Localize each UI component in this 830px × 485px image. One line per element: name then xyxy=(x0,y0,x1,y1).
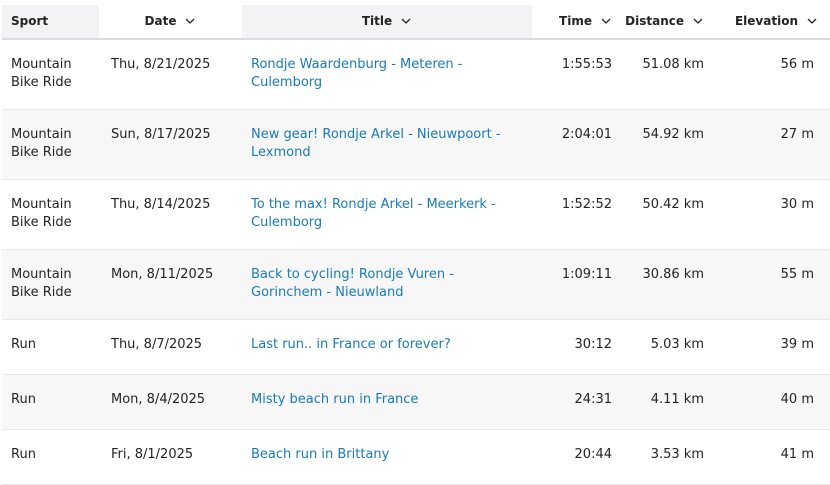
elevation-cell: 56 m xyxy=(780,57,814,72)
date-cell: Thu, 8/21/2025 xyxy=(111,57,211,72)
sport-cell: Run xyxy=(11,392,36,407)
date-cell: Mon, 8/11/2025 xyxy=(111,267,214,282)
activity-title-link[interactable]: Rondje Waardenburg - Meteren - Culemborg xyxy=(242,40,532,109)
sport-cell: Mountain Bike Ride xyxy=(11,127,72,160)
table-row: Run Fri, 8/1/2025 Beach run in Brittany … xyxy=(2,430,830,485)
column-header-distance[interactable]: Distance xyxy=(618,5,718,38)
sport-cell: Run xyxy=(11,447,36,462)
sport-cell: Run xyxy=(11,337,36,352)
table-row: Run Mon, 8/4/2025 Misty beach run in Fra… xyxy=(2,375,830,430)
activity-title-link[interactable]: Last run.. in France or forever? xyxy=(242,320,532,374)
date-cell: Thu, 8/7/2025 xyxy=(111,337,203,352)
sport-cell: Mountain Bike Ride xyxy=(11,267,72,300)
activity-title-link[interactable]: Misty beach run in France xyxy=(242,375,532,429)
distance-cell: 3.53 km xyxy=(650,447,704,462)
time-cell: 24:31 xyxy=(574,392,612,407)
column-header-title-label: Title xyxy=(361,13,393,28)
table-header: Sport Date Title Time Distance Elevation xyxy=(2,5,830,40)
activity-title-link[interactable]: To the max! Rondje Arkel - Meerkerk - Cu… xyxy=(242,180,532,249)
column-header-time[interactable]: Time xyxy=(532,5,618,38)
table-row: Mountain Bike Ride Mon, 8/11/2025 Back t… xyxy=(2,250,830,320)
date-cell: Fri, 8/1/2025 xyxy=(111,447,194,462)
time-cell: 2:04:01 xyxy=(561,127,612,142)
table-row: Mountain Bike Ride Sun, 8/17/2025 New ge… xyxy=(2,110,830,180)
sport-cell: Mountain Bike Ride xyxy=(11,197,72,230)
table-row: Mountain Bike Ride Thu, 8/14/2025 To the… xyxy=(2,180,830,250)
elevation-cell: 30 m xyxy=(780,197,814,212)
column-header-elevation-label: Elevation xyxy=(734,13,798,28)
time-cell: 1:09:11 xyxy=(561,267,612,282)
table-row: Mountain Bike Ride Thu, 8/21/2025 Rondje… xyxy=(2,40,830,110)
column-header-date-label: Date xyxy=(144,13,177,28)
activity-title-link[interactable]: Beach run in Brittany xyxy=(242,430,532,484)
distance-cell: 4.11 km xyxy=(650,392,704,407)
date-cell: Mon, 8/4/2025 xyxy=(111,392,206,407)
chevron-down-icon xyxy=(401,18,411,24)
distance-cell: 54.92 km xyxy=(642,127,704,142)
column-header-time-label: Time xyxy=(559,13,592,28)
distance-cell: 30.86 km xyxy=(642,267,704,282)
date-cell: Thu, 8/14/2025 xyxy=(111,197,211,212)
sport-cell: Mountain Bike Ride xyxy=(11,57,72,90)
elevation-cell: 55 m xyxy=(780,267,814,282)
distance-cell: 5.03 km xyxy=(650,337,704,352)
column-header-elevation[interactable]: Elevation xyxy=(718,5,830,38)
time-cell: 30:12 xyxy=(574,337,612,352)
elevation-cell: 39 m xyxy=(780,337,814,352)
activity-title-link[interactable]: New gear! Rondje Arkel - Nieuwpoort - Le… xyxy=(242,110,532,179)
time-cell: 1:52:52 xyxy=(561,197,612,212)
distance-cell: 50.42 km xyxy=(642,197,704,212)
table-row: Run Thu, 8/7/2025 Last run.. in France o… xyxy=(2,320,830,375)
date-cell: Sun, 8/17/2025 xyxy=(111,127,211,142)
time-cell: 1:55:53 xyxy=(561,57,612,72)
time-cell: 20:44 xyxy=(574,447,612,462)
chevron-down-icon xyxy=(186,18,195,24)
chevron-down-icon xyxy=(601,18,611,24)
elevation-cell: 41 m xyxy=(780,447,814,462)
activity-title-link[interactable]: Back to cycling! Rondje Vuren - Gorinche… xyxy=(242,250,532,319)
column-header-date[interactable]: Date xyxy=(99,5,242,38)
chevron-down-icon xyxy=(693,18,703,24)
column-header-distance-label: Distance xyxy=(625,13,684,28)
activities-table: Sport Date Title Time Distance Elevation… xyxy=(2,5,830,485)
column-header-title[interactable]: Title xyxy=(242,5,532,38)
elevation-cell: 27 m xyxy=(780,127,814,142)
chevron-down-icon xyxy=(807,18,817,24)
distance-cell: 51.08 km xyxy=(642,57,704,72)
column-header-sport-label: Sport xyxy=(11,13,49,28)
elevation-cell: 40 m xyxy=(780,392,814,407)
column-header-sport[interactable]: Sport xyxy=(2,5,99,38)
